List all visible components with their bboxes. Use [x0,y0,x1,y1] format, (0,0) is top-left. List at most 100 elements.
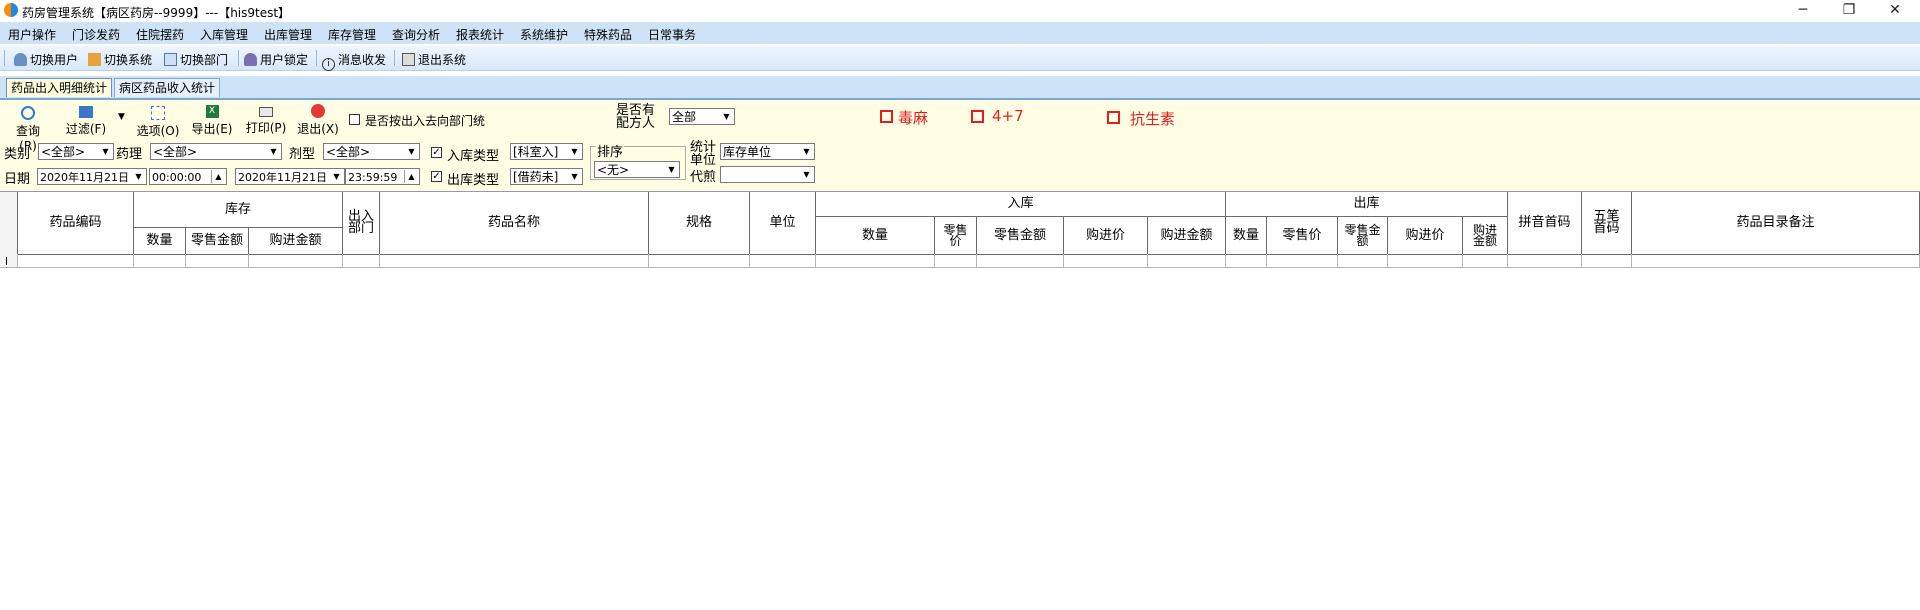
col-spec[interactable]: 规格 [649,192,750,255]
tab-ward-drug-income[interactable]: 病区药品收入统计 [114,78,221,97]
in-type-label: 入库类型 [447,149,500,164]
table-cell[interactable] [18,254,134,268]
spinner-icon[interactable]: ▲▼ [404,170,418,183]
table-cell[interactable] [1267,254,1338,268]
col-stock-qty[interactable]: 数量 [134,228,186,255]
in-type-checkbox[interactable]: ✓ [431,147,442,158]
menu-daily[interactable]: 日常事务 [648,26,696,43]
in-type-select[interactable]: [科室入] ▼ [510,143,583,160]
col-in-out-dept[interactable]: 出入部门 [343,192,380,255]
category-select[interactable]: <全部> ▼ [38,143,114,160]
table-cell[interactable] [1632,254,1920,268]
col-remark[interactable]: 药品目录备注 [1632,192,1920,255]
filter-dropdown-arrow-icon[interactable]: ▼ [118,112,125,122]
print-button[interactable]: 打印(P) [244,103,288,136]
col-in-retail-amt[interactable]: 零售金额 [977,217,1064,255]
table-cell[interactable] [380,254,649,268]
options-button[interactable]: 选项(O) [136,103,180,139]
table-cell[interactable] [935,254,977,268]
col-drug-code[interactable]: 药品编码 [18,192,134,255]
col-out-purchase-amt[interactable]: 购进金额 [1463,217,1508,255]
filter-button[interactable]: 过滤(F) [64,103,108,137]
table-cell[interactable] [1508,254,1582,268]
table-cell[interactable] [649,254,750,268]
col-drug-name[interactable]: 药品名称 [380,192,649,255]
menu-outpatient[interactable]: 门诊发药 [72,26,120,43]
table-cell[interactable] [1226,254,1267,268]
prescription-select[interactable]: 全部 ▼ [669,108,735,125]
agent-select[interactable]: ▼ [720,166,815,183]
table-cell[interactable] [1463,254,1508,268]
table-cell[interactable] [1388,254,1463,268]
messages-button[interactable]: i 消息收发 [322,51,386,71]
switch-dept-button[interactable]: 切换部门 [164,51,228,68]
restore-button[interactable]: ❐ [1826,0,1872,22]
table-cell[interactable] [1582,254,1632,268]
table-cell[interactable] [1338,254,1388,268]
toolbar-separator [238,50,239,66]
col-in-purchase-amt[interactable]: 购进金额 [1148,217,1226,255]
dosage-form-select[interactable]: <全部> ▼ [323,143,420,160]
date-to-picker[interactable]: 2020年11月21日 ▼ [235,168,345,185]
col-unit[interactable]: 单位 [750,192,816,255]
minimize-button[interactable]: ─ [1780,0,1826,22]
table-cell[interactable] [750,254,816,268]
by-dept-label: 是否按出入去向部门统 [365,114,486,128]
menu-stock-in[interactable]: 入库管理 [200,26,248,43]
menu-reports[interactable]: 报表统计 [456,26,504,43]
table-cell[interactable] [816,254,935,268]
col-in-qty[interactable]: 数量 [816,217,935,255]
menu-maintenance[interactable]: 系统维护 [520,26,568,43]
out-type-select[interactable]: [借药未] ▼ [510,168,583,185]
narcotic-checkbox[interactable] [880,110,893,123]
export-button[interactable]: X 导出(E) [190,103,234,137]
switch-system-button[interactable]: 切换系统 [88,51,152,68]
menu-inventory[interactable]: 库存管理 [328,26,376,43]
table-cell[interactable] [186,254,249,268]
exit-system-button[interactable]: 退出系统 [402,51,466,68]
four-plus-seven-checkbox[interactable] [971,110,984,123]
col-group-stock: 库存 [134,192,343,228]
col-out-qty[interactable]: 数量 [1226,217,1267,255]
exit-button[interactable]: 退出(X) [296,103,340,137]
col-wubi[interactable]: 五笔首码 [1582,192,1632,255]
col-stock-retail[interactable]: 零售金额 [186,228,249,255]
by-dept-checkbox[interactable] [349,114,360,125]
time-to-input[interactable]: 23:59:59▲▼ [345,168,420,185]
table-cell[interactable] [134,254,186,268]
antibiotic-checkbox[interactable] [1107,111,1120,124]
col-out-retail-amt[interactable]: 零售金额 [1338,217,1388,255]
col-out-retail-price[interactable]: 零售价 [1267,217,1338,255]
table-cell[interactable] [249,254,343,268]
excel-icon: X [205,105,219,118]
menu-query[interactable]: 查询分析 [392,26,440,43]
col-out-purchase-price[interactable]: 购进价 [1388,217,1463,255]
col-pinyin[interactable]: 拼音首码 [1508,192,1582,255]
col-stock-purchase[interactable]: 购进金额 [249,228,343,255]
menu-stock-out[interactable]: 出库管理 [264,26,312,43]
sort-select[interactable]: <无> ▼ [594,161,680,178]
table-cell[interactable] [977,254,1064,268]
menu-special-drugs[interactable]: 特殊药品 [584,26,632,43]
out-type-label: 出库类型 [447,173,500,188]
lock-user-button[interactable]: 用户锁定 [244,51,308,68]
user-lock-icon [244,53,257,66]
time-from-input[interactable]: 00:00:00▲▼ [149,168,227,185]
col-in-purchase-price[interactable]: 购进价 [1064,217,1148,255]
tab-drug-in-out-detail[interactable]: 药品出入明细统计 [6,78,113,97]
table-cell[interactable] [1148,254,1226,268]
stat-unit-select[interactable]: 库存单位 ▼ [720,143,815,160]
menu-user-ops[interactable]: 用户操作 [8,26,56,43]
col-in-retail-price[interactable]: 零售价 [935,217,977,255]
row-indicator[interactable] [0,254,18,268]
chevron-down-icon: ▼ [571,172,578,181]
table-cell[interactable] [343,254,380,268]
pharmacology-select[interactable]: <全部> ▼ [150,143,282,160]
table-cell[interactable] [1064,254,1148,268]
menu-inpatient[interactable]: 住院摆药 [136,26,184,43]
switch-user-button[interactable]: 切换用户 [14,51,78,68]
out-type-checkbox[interactable]: ✓ [431,171,442,182]
close-button[interactable]: ✕ [1872,0,1918,22]
date-from-picker[interactable]: 2020年11月21日 ▼ [37,168,147,185]
spinner-icon[interactable]: ▲▼ [211,170,225,183]
